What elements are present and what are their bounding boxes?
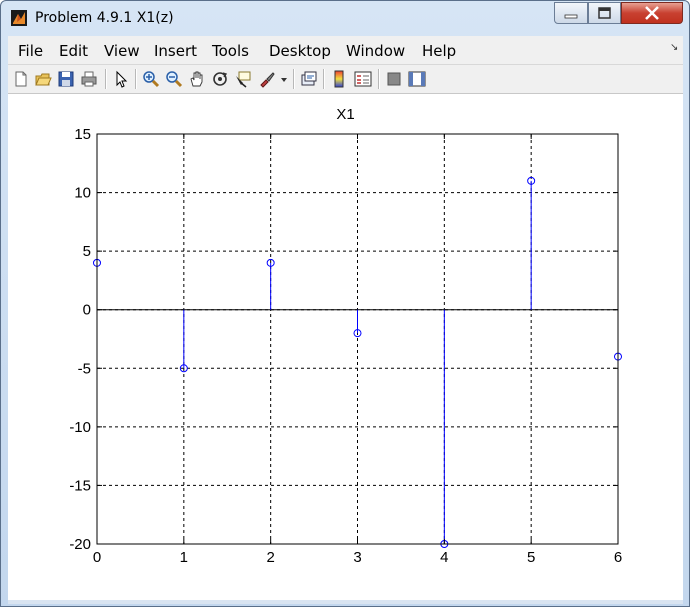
menu-help[interactable]: Help — [422, 42, 456, 60]
maximize-icon — [598, 7, 611, 19]
zoom-out-icon[interactable] — [165, 70, 183, 88]
y-tick-label: 5 — [83, 243, 91, 260]
toolbar-separator — [105, 69, 107, 89]
tick-layer: 0 1 2 3 4 5 6 15 10 5 0 -5 -10 -15 -20 — [69, 126, 622, 566]
menu-tools[interactable]: Tools — [212, 42, 249, 60]
x-tick-label: 1 — [180, 549, 188, 566]
brush-dropdown-icon[interactable] — [280, 77, 288, 83]
matlab-figure-icon — [11, 10, 27, 26]
window-bottom-border — [8, 600, 683, 604]
x-tick-label: 5 — [527, 549, 535, 566]
open-file-icon[interactable] — [34, 70, 52, 88]
y-tick-label: -15 — [69, 477, 91, 494]
zoom-in-icon[interactable] — [142, 70, 160, 88]
show-plot-tools-icon[interactable] — [408, 70, 426, 88]
close-icon — [645, 6, 659, 20]
figure-window: Problem 4.9.1 X1(z) File Edit View Inser… — [0, 0, 690, 607]
rotate-3d-icon[interactable] — [211, 70, 229, 88]
stem-chart: 0 1 2 3 4 5 6 15 10 5 0 -5 -10 -15 -20 — [69, 126, 622, 566]
menu-view[interactable]: View — [104, 42, 140, 60]
menu-insert[interactable]: Insert — [154, 42, 197, 60]
x-tick-label: 2 — [266, 549, 274, 566]
menu-desktop[interactable]: Desktop — [269, 42, 331, 60]
data-cursor-icon[interactable] — [234, 70, 252, 88]
minimize-button[interactable] — [554, 2, 588, 24]
toolbar-separator — [323, 69, 325, 89]
toolbar-separator — [293, 69, 295, 89]
save-icon[interactable] — [57, 70, 75, 88]
title-bar[interactable]: Problem 4.9.1 X1(z) — [1, 1, 689, 35]
y-tick-label: -10 — [69, 419, 91, 436]
figure-canvas: X1 0 1 2 3 4 5 6 15 10 5 0 -5 -10 -15 -20 — [8, 94, 683, 600]
close-button[interactable] — [621, 2, 683, 24]
y-tick-label: 0 — [83, 302, 91, 319]
menu-file[interactable]: File — [18, 42, 43, 60]
maximize-button[interactable] — [588, 2, 621, 24]
y-tick-label: -20 — [69, 536, 91, 553]
menu-dock-arrow-icon[interactable]: ↘ — [670, 42, 678, 53]
legend-icon[interactable] — [354, 70, 372, 88]
print-icon[interactable] — [80, 70, 98, 88]
toolbar-separator — [378, 69, 380, 89]
minimize-icon — [564, 14, 578, 19]
toolbar-separator — [135, 69, 137, 89]
link-plot-icon[interactable] — [300, 70, 318, 88]
menu-window[interactable]: Window — [346, 42, 405, 60]
menu-edit[interactable]: Edit — [59, 42, 88, 60]
pan-hand-icon[interactable] — [188, 70, 206, 88]
x-tick-label: 0 — [93, 549, 101, 566]
hide-plot-tools-icon[interactable] — [385, 70, 403, 88]
y-tick-label: -5 — [78, 360, 91, 377]
new-figure-icon[interactable] — [12, 70, 30, 88]
y-tick-label: 10 — [74, 185, 91, 202]
window-title: Problem 4.9.1 X1(z) — [35, 10, 174, 26]
edit-plot-arrow-icon[interactable] — [112, 70, 130, 88]
x-tick-label: 3 — [353, 549, 361, 566]
y-tick-label: 15 — [74, 126, 91, 143]
brush-icon[interactable] — [258, 70, 276, 88]
figure-toolbar — [8, 65, 683, 94]
x-tick-label: 6 — [614, 549, 622, 566]
colorbar-icon[interactable] — [330, 70, 348, 88]
x-tick-label: 4 — [440, 549, 448, 566]
grid-layer — [97, 134, 618, 544]
menu-bar: File Edit View Insert Tools Desktop Wind… — [8, 36, 683, 65]
